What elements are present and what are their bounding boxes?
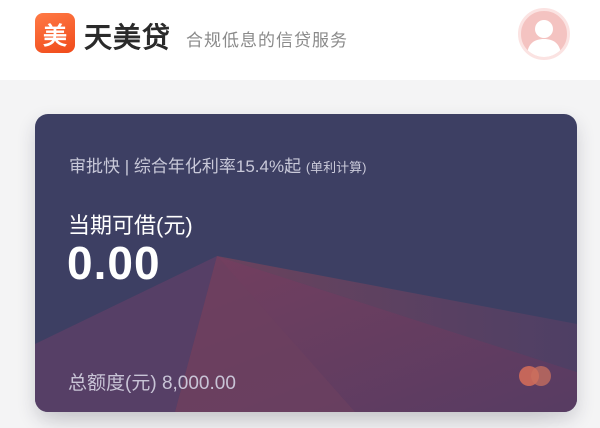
promo-main: 审批快 | 综合年化利率15.4%起 [69,157,302,176]
app-logo: 美 [35,13,75,53]
app-header: 美 天美贷 合规低息的信贷服务 [0,0,600,80]
user-avatar[interactable] [518,8,570,60]
available-amount: 0.00 [67,237,161,289]
brand-tagline: 合规低息的信贷服务 [186,31,348,50]
credit-card[interactable]: 审批快 | 综合年化利率15.4%起 (单利计算) 当期可借(元) 0.00 总… [35,114,577,412]
person-icon [527,20,561,57]
promo-note: (单利计算) [305,160,367,175]
total-credit: 总额度(元) 8,000.00 [68,368,236,395]
promo-text: 审批快 | 综合年化利率15.4%起 (单利计算) [69,152,366,177]
card-brand-icon [519,366,553,386]
brand-name: 天美贷 [84,22,172,53]
total-label: 总额度(元) [68,373,157,394]
logo-glyph: 美 [43,22,67,50]
card-icon-dot-right [531,366,551,386]
total-value: 8,000.00 [161,373,236,394]
